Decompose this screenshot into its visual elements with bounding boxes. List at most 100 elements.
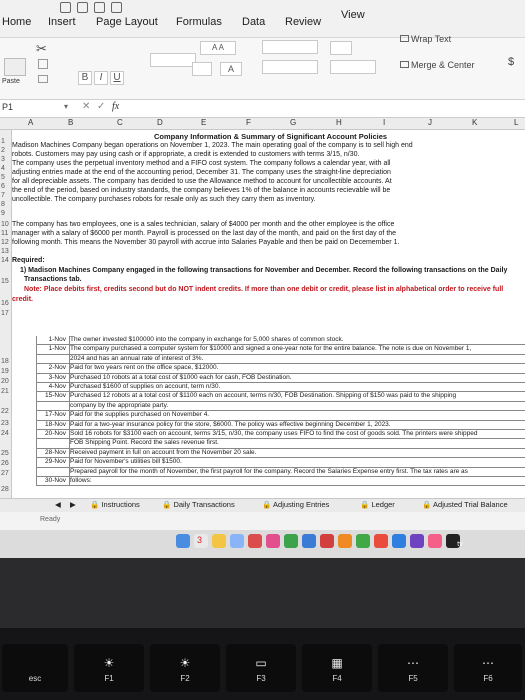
row-header[interactable]: 25 [1, 450, 9, 457]
font-grow-shrink-buttons[interactable]: A A [200, 41, 236, 55]
app-icon[interactable] [392, 534, 406, 548]
font-color-button[interactable]: A [220, 62, 242, 76]
tab-view[interactable]: View [341, 9, 365, 21]
f2-key[interactable]: ☀ F2 [150, 644, 220, 692]
cancel-entry-icon[interactable]: ✕ [82, 101, 90, 112]
underline-button[interactable]: U [110, 71, 124, 85]
undo-icon[interactable] [94, 2, 105, 13]
tab-insert[interactable]: Insert [48, 16, 76, 28]
transaction-row[interactable]: 30-Nov follows: [36, 477, 525, 487]
redo-icon[interactable] [111, 2, 122, 13]
wrap-text-button[interactable]: Wrap Text [400, 34, 451, 44]
row-header[interactable]: 3 [1, 156, 5, 163]
row-header[interactable]: 13 [1, 248, 9, 255]
row-header[interactable]: 11 [1, 230, 8, 237]
row-header[interactable]: 16 [1, 300, 9, 307]
row-header[interactable]: 26 [1, 460, 9, 467]
column-header[interactable]: F [246, 118, 251, 127]
column-header[interactable]: A [28, 118, 33, 127]
name-box[interactable]: P1 [2, 102, 13, 112]
app-icon[interactable] [320, 534, 334, 548]
column-header[interactable]: K [472, 118, 477, 127]
worksheet-grid[interactable]: Company Information & Summary of Signifi… [12, 130, 525, 498]
apple-tv-icon[interactable]: tv [446, 534, 463, 548]
row-header[interactable]: 21 [1, 388, 9, 395]
row-header[interactable]: 28 [1, 486, 9, 493]
formula-input[interactable] [130, 102, 520, 115]
row-header[interactable]: 8 [1, 201, 5, 208]
row-header[interactable]: 14 [1, 257, 9, 264]
sheet-tab-ledger[interactable]: 🔒 Ledger [360, 500, 395, 509]
row-header[interactable]: 17 [1, 310, 9, 317]
bold-button[interactable]: B [78, 71, 92, 85]
scissors-icon[interactable]: ✂ [36, 41, 47, 57]
italic-button[interactable]: I [94, 71, 108, 85]
transaction-row[interactable]: Prepared payroll for the month of Novemb… [36, 468, 525, 477]
column-header[interactable]: B [68, 118, 73, 127]
app-icon[interactable] [338, 534, 352, 548]
transaction-row[interactable]: 29-Nov Paid for November's utilities bill… [36, 458, 525, 468]
column-header[interactable]: I [383, 118, 385, 127]
transaction-row[interactable]: 17-Nov Paid for the supplies purchased on… [36, 411, 525, 421]
app-icon[interactable] [374, 534, 388, 548]
row-header[interactable]: 7 [1, 192, 5, 199]
tab-review[interactable]: Review [285, 16, 321, 28]
fill-color-button[interactable] [192, 62, 212, 76]
copy-icon[interactable] [38, 59, 48, 69]
transaction-row[interactable]: company by the appropriate party. [36, 402, 525, 412]
confirm-entry-icon[interactable]: ✓ [97, 101, 105, 112]
row-header[interactable]: 1 [1, 138, 5, 145]
facetime-icon[interactable] [302, 534, 316, 548]
name-box-dropdown-icon[interactable]: ▾ [64, 102, 68, 111]
row-header[interactable]: 9 [1, 210, 5, 217]
horizontal-align-buttons[interactable] [262, 60, 318, 74]
currency-format-button[interactable]: $ [508, 56, 514, 68]
row-header[interactable]: 24 [1, 430, 9, 437]
music-icon[interactable] [428, 534, 442, 548]
tab-next-arrow-icon[interactable]: ▶ [70, 500, 76, 509]
row-header[interactable]: 15 [1, 278, 9, 285]
function-button[interactable]: fx [112, 101, 119, 112]
save-icon[interactable] [77, 2, 88, 13]
esc-key[interactable]: esc [2, 644, 68, 692]
column-header[interactable]: L [514, 118, 518, 127]
sheet-tab-daily-transactions[interactable]: 🔒 Daily Transactions [162, 500, 235, 509]
column-header[interactable]: D [157, 118, 163, 127]
notes-icon[interactable] [212, 534, 226, 548]
row-header[interactable]: 2 [1, 147, 5, 154]
row-header[interactable]: 12 [1, 239, 9, 246]
row-header[interactable]: 19 [1, 368, 9, 375]
transaction-row[interactable]: 20-Nov Sold 16 robots for $3100 each on a… [36, 430, 525, 440]
transaction-row[interactable]: 1-Nov The owner invested $100000 into the… [36, 336, 525, 346]
column-header[interactable]: C [117, 118, 123, 127]
transaction-row[interactable]: 15-Nov Purchased 12 robots at a total cos… [36, 392, 525, 402]
tab-formulas[interactable]: Formulas [176, 16, 222, 28]
transaction-row[interactable]: 2024 and has an annual rate of interest … [36, 355, 525, 365]
column-header[interactable]: E [201, 118, 206, 127]
column-header[interactable]: G [290, 118, 296, 127]
row-header[interactable]: 6 [1, 183, 5, 190]
f5-key[interactable]: ⋯ F5 [378, 644, 448, 692]
app-icon[interactable] [176, 534, 190, 548]
row-header[interactable]: 18 [1, 358, 9, 365]
sheet-tab-instructions[interactable]: 🔒 Instructions [90, 500, 140, 509]
paste-button[interactable] [4, 58, 26, 76]
indent-buttons[interactable] [330, 60, 376, 74]
column-header[interactable]: H [336, 118, 342, 127]
row-header[interactable]: 23 [1, 420, 9, 427]
numbers-icon[interactable] [356, 534, 370, 548]
podcasts-icon[interactable] [410, 534, 424, 548]
transaction-row[interactable]: 2-Nov Paid for two years rent on the offi… [36, 364, 525, 374]
tab-page-layout[interactable]: Page Layout [96, 16, 158, 28]
home-icon[interactable] [60, 2, 71, 13]
calendar-icon[interactable]: 3 [194, 534, 208, 548]
transaction-row[interactable]: 4-Nov Purchased $1600 of supplies on acco… [36, 383, 525, 393]
transaction-row[interactable]: 28-Nov Received payment in full on accoun… [36, 449, 525, 459]
messages-icon[interactable] [284, 534, 298, 548]
tab-data[interactable]: Data [242, 16, 265, 28]
sheet-tab-adjusting-entries[interactable]: 🔒 Adjusting Entries [262, 500, 329, 509]
f3-key[interactable]: ▭ F3 [226, 644, 296, 692]
merge-center-button[interactable]: Merge & Center [400, 60, 475, 70]
f6-key[interactable]: ⋯ F6 [454, 644, 522, 692]
vertical-align-buttons[interactable] [262, 40, 318, 54]
